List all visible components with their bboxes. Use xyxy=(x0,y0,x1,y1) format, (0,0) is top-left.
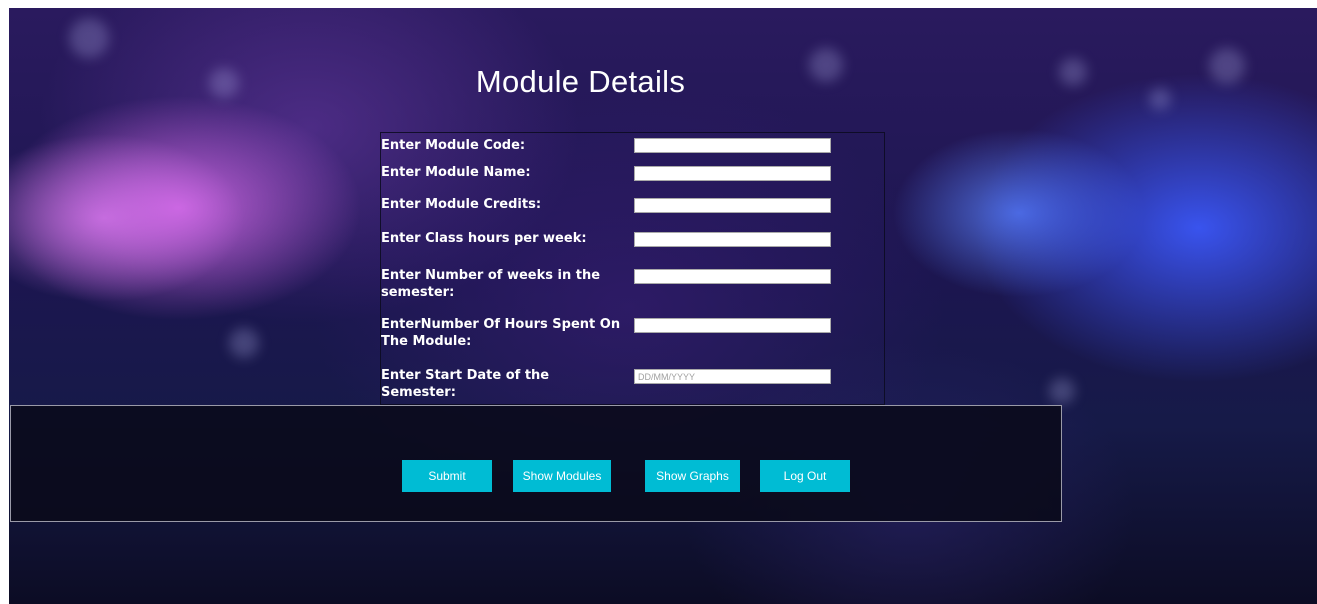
bokeh-light xyxy=(229,328,259,358)
weeks-in-semester-label: Enter Number of weeks in the semester: xyxy=(381,268,601,300)
show-modules-button[interactable]: Show Modules xyxy=(513,460,611,492)
hours-spent-label: EnterNumber Of Hours Spent On The Module… xyxy=(381,317,621,349)
module-form: Enter Module Code: Enter Module Name: En… xyxy=(380,132,885,405)
log-out-button[interactable]: Log Out xyxy=(760,460,850,492)
bokeh-light xyxy=(1149,88,1171,110)
show-graphs-button[interactable]: Show Graphs xyxy=(645,460,740,492)
module-name-label: Enter Module Name: xyxy=(381,165,531,180)
module-code-label: Enter Module Code: xyxy=(381,138,526,153)
page-title: Module Details xyxy=(475,64,686,99)
submit-button[interactable]: Submit xyxy=(402,460,492,492)
hours-spent-input[interactable] xyxy=(634,318,831,333)
weeks-in-semester-input[interactable] xyxy=(634,269,831,284)
bokeh-light xyxy=(1209,48,1245,84)
background-image: Module Details Enter Module Code: Enter … xyxy=(9,8,1317,604)
bokeh-light xyxy=(69,18,109,58)
class-hours-label: Enter Class hours per week: xyxy=(381,231,587,246)
module-credits-input[interactable] xyxy=(634,198,831,213)
module-code-input[interactable] xyxy=(634,138,831,153)
module-name-input[interactable] xyxy=(634,166,831,181)
start-date-input[interactable] xyxy=(634,369,831,384)
button-bar: Submit Show Modules Show Graphs Log Out xyxy=(10,405,1062,522)
module-credits-label: Enter Module Credits: xyxy=(381,197,542,212)
bokeh-light xyxy=(1049,378,1075,404)
class-hours-input[interactable] xyxy=(634,232,831,247)
start-date-label: Enter Start Date of the Semester: xyxy=(381,368,550,400)
